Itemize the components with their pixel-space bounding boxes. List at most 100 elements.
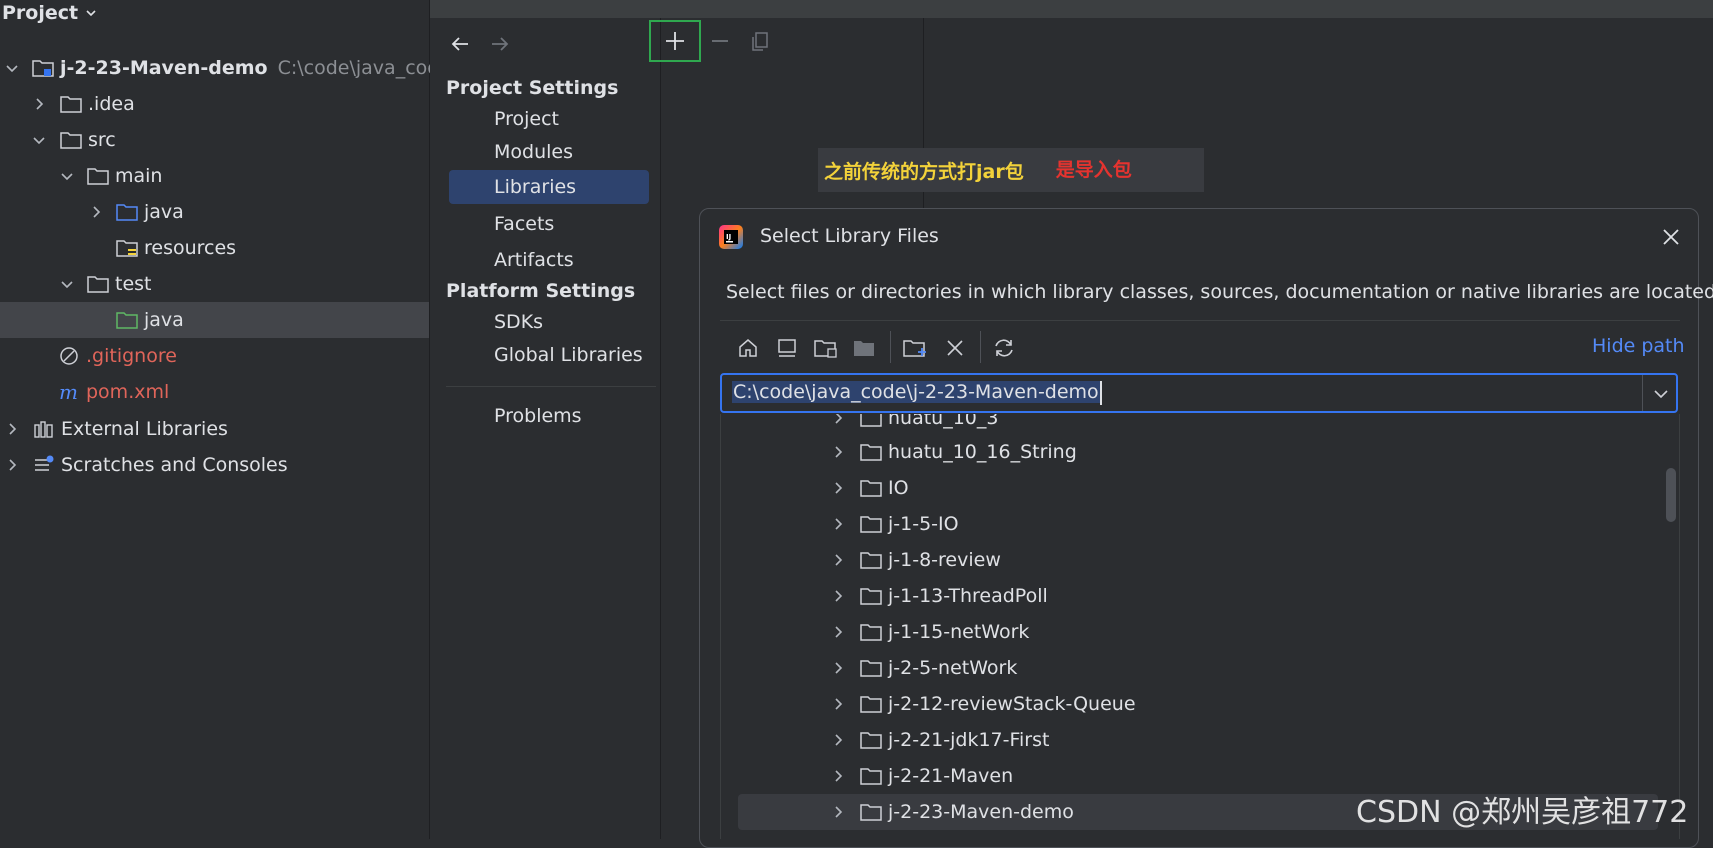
chevron-right-icon[interactable]	[830, 624, 846, 640]
tree-item-test[interactable]: test	[0, 266, 429, 302]
file-tree-row[interactable]: j-1-13-ThreadPoll	[738, 578, 1658, 614]
tree-item-gitignore[interactable]: .gitignore	[0, 338, 429, 374]
back-arrow-icon[interactable]	[448, 32, 472, 56]
tree-item-resources[interactable]: resources	[0, 230, 429, 266]
refresh-button[interactable]	[989, 333, 1019, 363]
dialog-description: Select files or directories in which lib…	[726, 281, 1713, 303]
chevron-down-icon[interactable]	[59, 276, 75, 292]
file-tree-row[interactable]: j-1-5-IO	[738, 506, 1658, 542]
project-title: Project	[2, 2, 79, 24]
settings-item-modules[interactable]: Modules	[449, 135, 649, 169]
tree-item-main-java[interactable]: java	[0, 194, 429, 230]
tree-item-project-root[interactable]: j-2-23-Maven-demo C:\code\java_cod	[0, 50, 439, 86]
settings-item-global-libraries[interactable]: Global Libraries	[449, 338, 649, 372]
resources-folder-icon	[116, 240, 138, 257]
tree-item-scratches[interactable]: Scratches and Consoles	[0, 447, 429, 483]
file-tree-row[interactable]: j-2-21-jdk17-First	[738, 722, 1658, 758]
scratches-icon	[35, 455, 54, 471]
project-settings-heading: Project Settings	[446, 77, 619, 99]
tree-item-label: resources	[144, 237, 237, 259]
chevron-right-icon[interactable]	[830, 588, 846, 604]
text-caret	[1100, 381, 1102, 405]
chevron-down-icon	[86, 10, 96, 17]
project-view-selector[interactable]: Project	[2, 0, 98, 26]
platform-settings-heading: Platform Settings	[446, 280, 636, 302]
chevron-right-icon[interactable]	[830, 444, 846, 460]
annotation-note: 之前传统的方式打jar包 是导入包	[818, 148, 1204, 192]
file-tree-label: j-1-5-IO	[888, 513, 959, 535]
toolbar-separator	[890, 331, 891, 363]
file-tree-row[interactable]: j-1-8-review	[738, 542, 1658, 578]
folder-icon	[860, 414, 882, 427]
tree-item-main[interactable]: main	[0, 158, 429, 194]
path-input-value[interactable]: C:\code\java_code\j-2-23-Maven-demo	[732, 381, 1100, 403]
hide-path-link[interactable]: Hide path	[1592, 335, 1685, 357]
tree-item-label: j-2-23-Maven-demo	[60, 57, 268, 79]
chevron-right-icon[interactable]	[830, 768, 846, 784]
chevron-right-icon[interactable]	[4, 457, 20, 473]
chevron-right-icon[interactable]	[88, 204, 104, 220]
new-folder-button[interactable]	[901, 333, 931, 363]
tree-item-path: C:\code\java_cod	[277, 57, 440, 79]
scrollbar-thumb[interactable]	[1666, 468, 1676, 522]
settings-item-sdks[interactable]: SDKs	[449, 305, 649, 339]
chevron-right-icon[interactable]	[830, 552, 846, 568]
delete-icon	[947, 340, 963, 356]
module-folder-icon	[854, 341, 874, 356]
tree-item-pom[interactable]: m pom.xml	[0, 374, 429, 410]
settings-item-artifacts[interactable]: Artifacts	[449, 243, 649, 277]
chevron-right-icon[interactable]	[830, 480, 846, 496]
tree-item-src[interactable]: src	[0, 122, 429, 158]
file-tree-label: j-1-8-review	[888, 549, 1001, 571]
source-folder-icon	[116, 204, 138, 221]
chevron-right-icon[interactable]	[4, 421, 20, 437]
folder-icon	[860, 696, 882, 713]
project-folder-icon	[814, 340, 837, 358]
settings-item-facets[interactable]: Facets	[449, 207, 649, 241]
tree-item-label: pom.xml	[86, 381, 170, 403]
tree-item-label: java	[144, 201, 184, 223]
chevron-down-icon[interactable]	[1648, 381, 1674, 407]
chevron-right-icon[interactable]	[830, 732, 846, 748]
chevron-down-icon[interactable]	[31, 132, 47, 148]
chevron-right-icon[interactable]	[31, 96, 47, 112]
path-input[interactable]: C:\code\java_code\j-2-23-Maven-demo	[720, 373, 1678, 413]
desktop-button[interactable]	[772, 333, 802, 363]
settings-item-problems[interactable]: Problems	[449, 399, 649, 433]
project-folder-button[interactable]	[811, 333, 841, 363]
settings-item-libraries[interactable]: Libraries	[449, 170, 649, 204]
folder-icon	[87, 168, 109, 185]
file-tree-row[interactable]: j-1-15-netWork	[738, 614, 1658, 650]
annotation-red-text: 是导入包	[1055, 158, 1132, 181]
tree-item-label: src	[88, 129, 116, 151]
minus-icon	[712, 40, 728, 42]
tree-item-label: External Libraries	[61, 418, 228, 440]
module-folder-button[interactable]	[850, 333, 880, 363]
project-tool-window: Project j-2-23-Maven-demo C:\code\java_c…	[0, 0, 439, 839]
tree-item-label: Scratches and Consoles	[61, 454, 288, 476]
chevron-right-icon[interactable]	[830, 696, 846, 712]
file-tree-row[interactable]: j-2-5-netWork	[738, 650, 1658, 686]
forward-arrow-icon[interactable]	[488, 32, 512, 56]
chevron-right-icon[interactable]	[830, 804, 846, 820]
chevron-right-icon[interactable]	[830, 414, 846, 426]
file-tree-row[interactable]: huatu_10_16_String	[738, 434, 1658, 470]
file-tree-row[interactable]: huatu_10_3	[738, 414, 1658, 436]
home-button[interactable]	[733, 333, 763, 363]
folder-icon	[60, 132, 82, 149]
tree-item-external-libraries[interactable]: External Libraries	[0, 411, 429, 447]
chevron-down-icon[interactable]	[59, 168, 75, 184]
close-icon[interactable]	[1658, 224, 1684, 250]
tree-item-test-java[interactable]: java	[0, 302, 429, 338]
file-tree-row[interactable]: j-2-12-reviewStack-Queue	[738, 686, 1658, 722]
chevron-right-icon[interactable]	[830, 516, 846, 532]
file-tree-row[interactable]: IO	[738, 470, 1658, 506]
tree-item-idea[interactable]: .idea	[0, 86, 429, 122]
delete-button[interactable]	[940, 333, 970, 363]
copy-library-button[interactable]	[735, 20, 787, 62]
chevron-down-icon[interactable]	[4, 60, 20, 76]
folder-icon	[860, 660, 882, 677]
dialog-separator	[720, 320, 1680, 321]
settings-item-project[interactable]: Project	[449, 102, 649, 136]
chevron-right-icon[interactable]	[830, 660, 846, 676]
